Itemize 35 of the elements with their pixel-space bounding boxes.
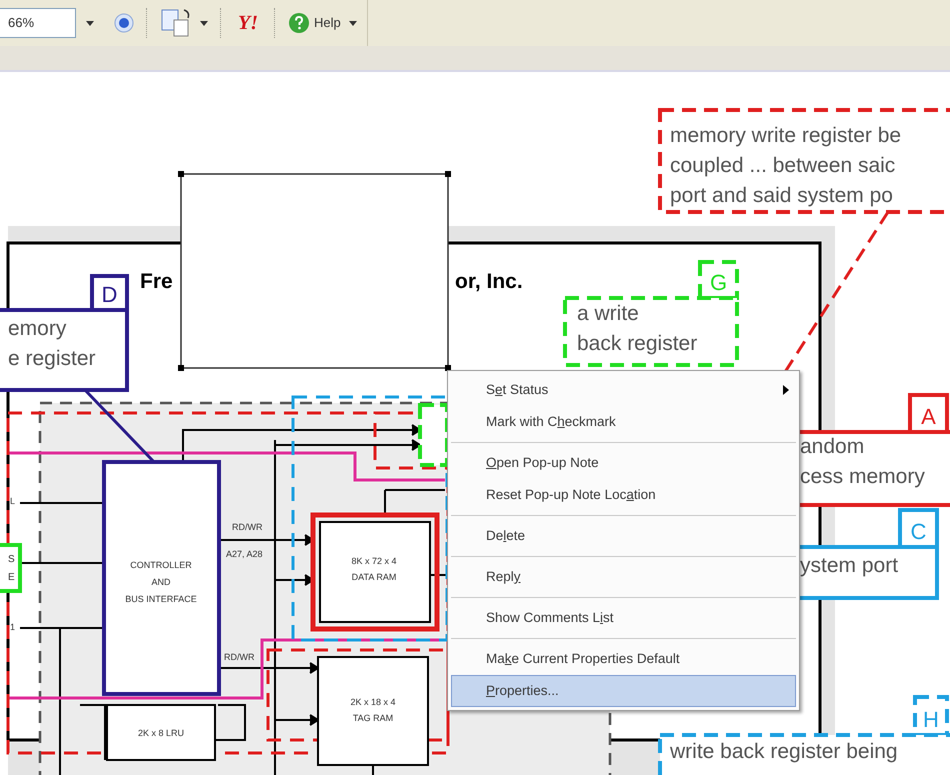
signal-label: RD/WR xyxy=(232,522,262,532)
company-title: Fre xyxy=(140,270,173,293)
callout-text: ystem port xyxy=(800,554,898,577)
callout-text: a write back register xyxy=(577,302,698,355)
block-label: CONTROLLER AND BUS INTERFACE xyxy=(125,560,197,604)
block-label: 2K x 18 x 4 TAG RAM xyxy=(350,697,396,723)
help-button[interactable]: Help xyxy=(288,12,357,34)
callout-letter: C xyxy=(910,519,926,544)
callout-text: andom cess memory xyxy=(800,435,925,488)
menu-item[interactable]: Show Comments List xyxy=(451,602,796,634)
company-title: or, Inc. xyxy=(455,270,523,293)
callout-letter: D xyxy=(102,282,118,307)
callout-text: emory e register xyxy=(8,317,96,370)
menu-item[interactable]: Open Pop-up Note xyxy=(451,447,796,479)
callout-letter: A xyxy=(921,404,936,429)
callout-letter: H xyxy=(923,707,939,732)
signal-label: A27, A28 xyxy=(226,549,263,559)
logo-button[interactable]: Y! xyxy=(234,8,262,38)
signal-label: RD/WR xyxy=(224,652,254,662)
zoom-field[interactable]: 66% xyxy=(0,8,76,38)
menu-item[interactable]: Set Status xyxy=(451,374,796,406)
signal-label: 1 xyxy=(10,622,16,632)
signal-label: L xyxy=(10,496,16,506)
block-label: 8K x 72 x 4 DATA RAM xyxy=(351,556,397,582)
menu-item[interactable]: Reset Pop-up Note Location xyxy=(451,479,796,511)
callout-text: write back register being xyxy=(670,740,898,763)
menu-item[interactable]: Reply xyxy=(451,561,796,593)
menu-item[interactable]: Delete xyxy=(451,520,796,552)
callout-letter: G xyxy=(710,270,728,295)
side-box-label: S E xyxy=(8,554,15,583)
block-label: 2K x 8 LRU xyxy=(138,728,184,738)
menu-item[interactable]: Properties... xyxy=(451,675,796,707)
menu-item[interactable]: Make Current Properties Default xyxy=(451,643,796,675)
callout-text: memory write register be coupled ... between saic port and said system po xyxy=(670,124,902,207)
menu-item[interactable]: Mark with Checkmark xyxy=(451,406,796,438)
